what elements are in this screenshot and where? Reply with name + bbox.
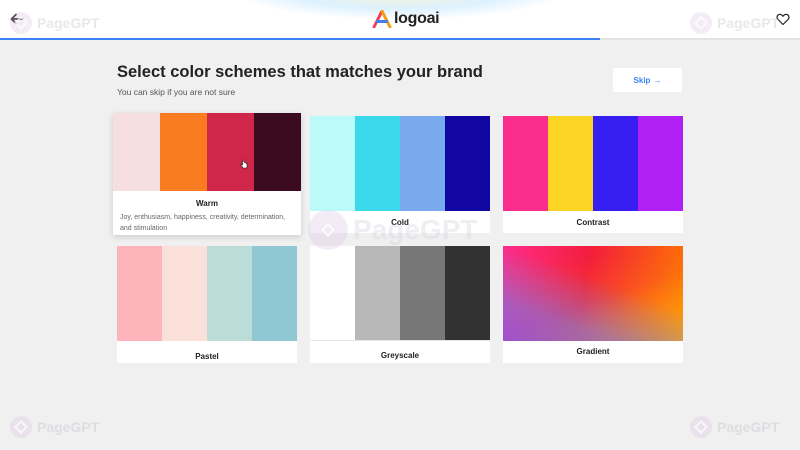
- swatch-row: [113, 113, 301, 191]
- scheme-card-gradient[interactable]: Gradient: [503, 246, 683, 363]
- color-swatch: [160, 113, 207, 191]
- scheme-name: Contrast: [576, 218, 610, 227]
- color-swatch: [445, 246, 490, 340]
- scheme-name: Warm: [196, 199, 218, 208]
- watermark-logo-icon: [690, 12, 712, 34]
- watermark-text: PageGPT: [717, 15, 780, 31]
- watermark: PageGPT: [690, 12, 779, 34]
- scheme-card-warm[interactable]: Warm Joy, enthusiasm, happiness, creativ…: [113, 113, 301, 235]
- scheme-card-greyscale[interactable]: Greyscale: [310, 246, 490, 363]
- watermark-text: PageGPT: [37, 419, 100, 435]
- scheme-name: Pastel: [195, 352, 219, 361]
- watermark-logo-icon: [308, 210, 348, 250]
- watermark: PageGPT: [690, 416, 779, 438]
- logo-mark-icon: [372, 10, 392, 28]
- watermark-text: PageGPT: [717, 419, 780, 435]
- color-swatch: [254, 113, 301, 191]
- page-subtitle: You can skip if you are not sure: [117, 87, 236, 97]
- skip-button[interactable]: Skip →: [613, 68, 682, 92]
- color-swatch: [593, 116, 638, 211]
- watermark-logo-icon: [10, 416, 32, 438]
- watermark-center: PageGPT: [308, 210, 477, 250]
- scheme-name: Gradient: [576, 347, 610, 356]
- scheme-name: Greyscale: [380, 351, 420, 360]
- color-swatch: [503, 116, 548, 211]
- watermark: PageGPT: [10, 12, 99, 34]
- color-swatch: [400, 246, 445, 340]
- logoai-logo: logoai: [372, 8, 440, 30]
- watermark-text: PageGPT: [37, 15, 100, 31]
- top-bar: logoai: [0, 0, 800, 38]
- color-swatch: [355, 116, 400, 211]
- scheme-description: Joy, enthusiasm, happiness, creativity, …: [120, 214, 286, 232]
- color-swatch: [355, 246, 400, 340]
- color-swatch: [162, 246, 207, 341]
- progress-fill: [0, 38, 600, 40]
- color-swatch: [310, 246, 355, 340]
- gradient-swatch: [503, 246, 683, 341]
- arrow-right-icon: →: [653, 75, 662, 85]
- progress-bar: [0, 38, 800, 40]
- skip-label: Skip: [633, 75, 651, 85]
- swatch-row: [310, 246, 490, 341]
- color-swatch: [638, 116, 683, 211]
- swatch-row: [503, 116, 683, 211]
- color-swatch: [252, 246, 297, 341]
- swatch-row: [310, 116, 490, 211]
- color-swatch: [117, 246, 162, 341]
- watermark-text: PageGPT: [353, 214, 478, 245]
- swatch-row: [117, 246, 297, 341]
- watermark-logo-icon: [10, 12, 32, 34]
- watermark-logo-icon: [690, 416, 712, 438]
- color-swatch: [113, 113, 160, 191]
- color-swatch: [548, 116, 593, 211]
- color-swatch: [400, 116, 445, 211]
- scheme-card-pastel[interactable]: Pastel: [117, 246, 297, 363]
- color-swatch: [207, 246, 252, 341]
- watermark: PageGPT: [10, 416, 99, 438]
- logo-text: logoai: [394, 10, 440, 27]
- color-swatch: [445, 116, 490, 211]
- color-swatch: [207, 113, 254, 191]
- color-swatch: [310, 116, 355, 211]
- scheme-card-contrast[interactable]: Contrast: [503, 116, 683, 233]
- page-title: Select color schemes that matches your b…: [117, 63, 483, 81]
